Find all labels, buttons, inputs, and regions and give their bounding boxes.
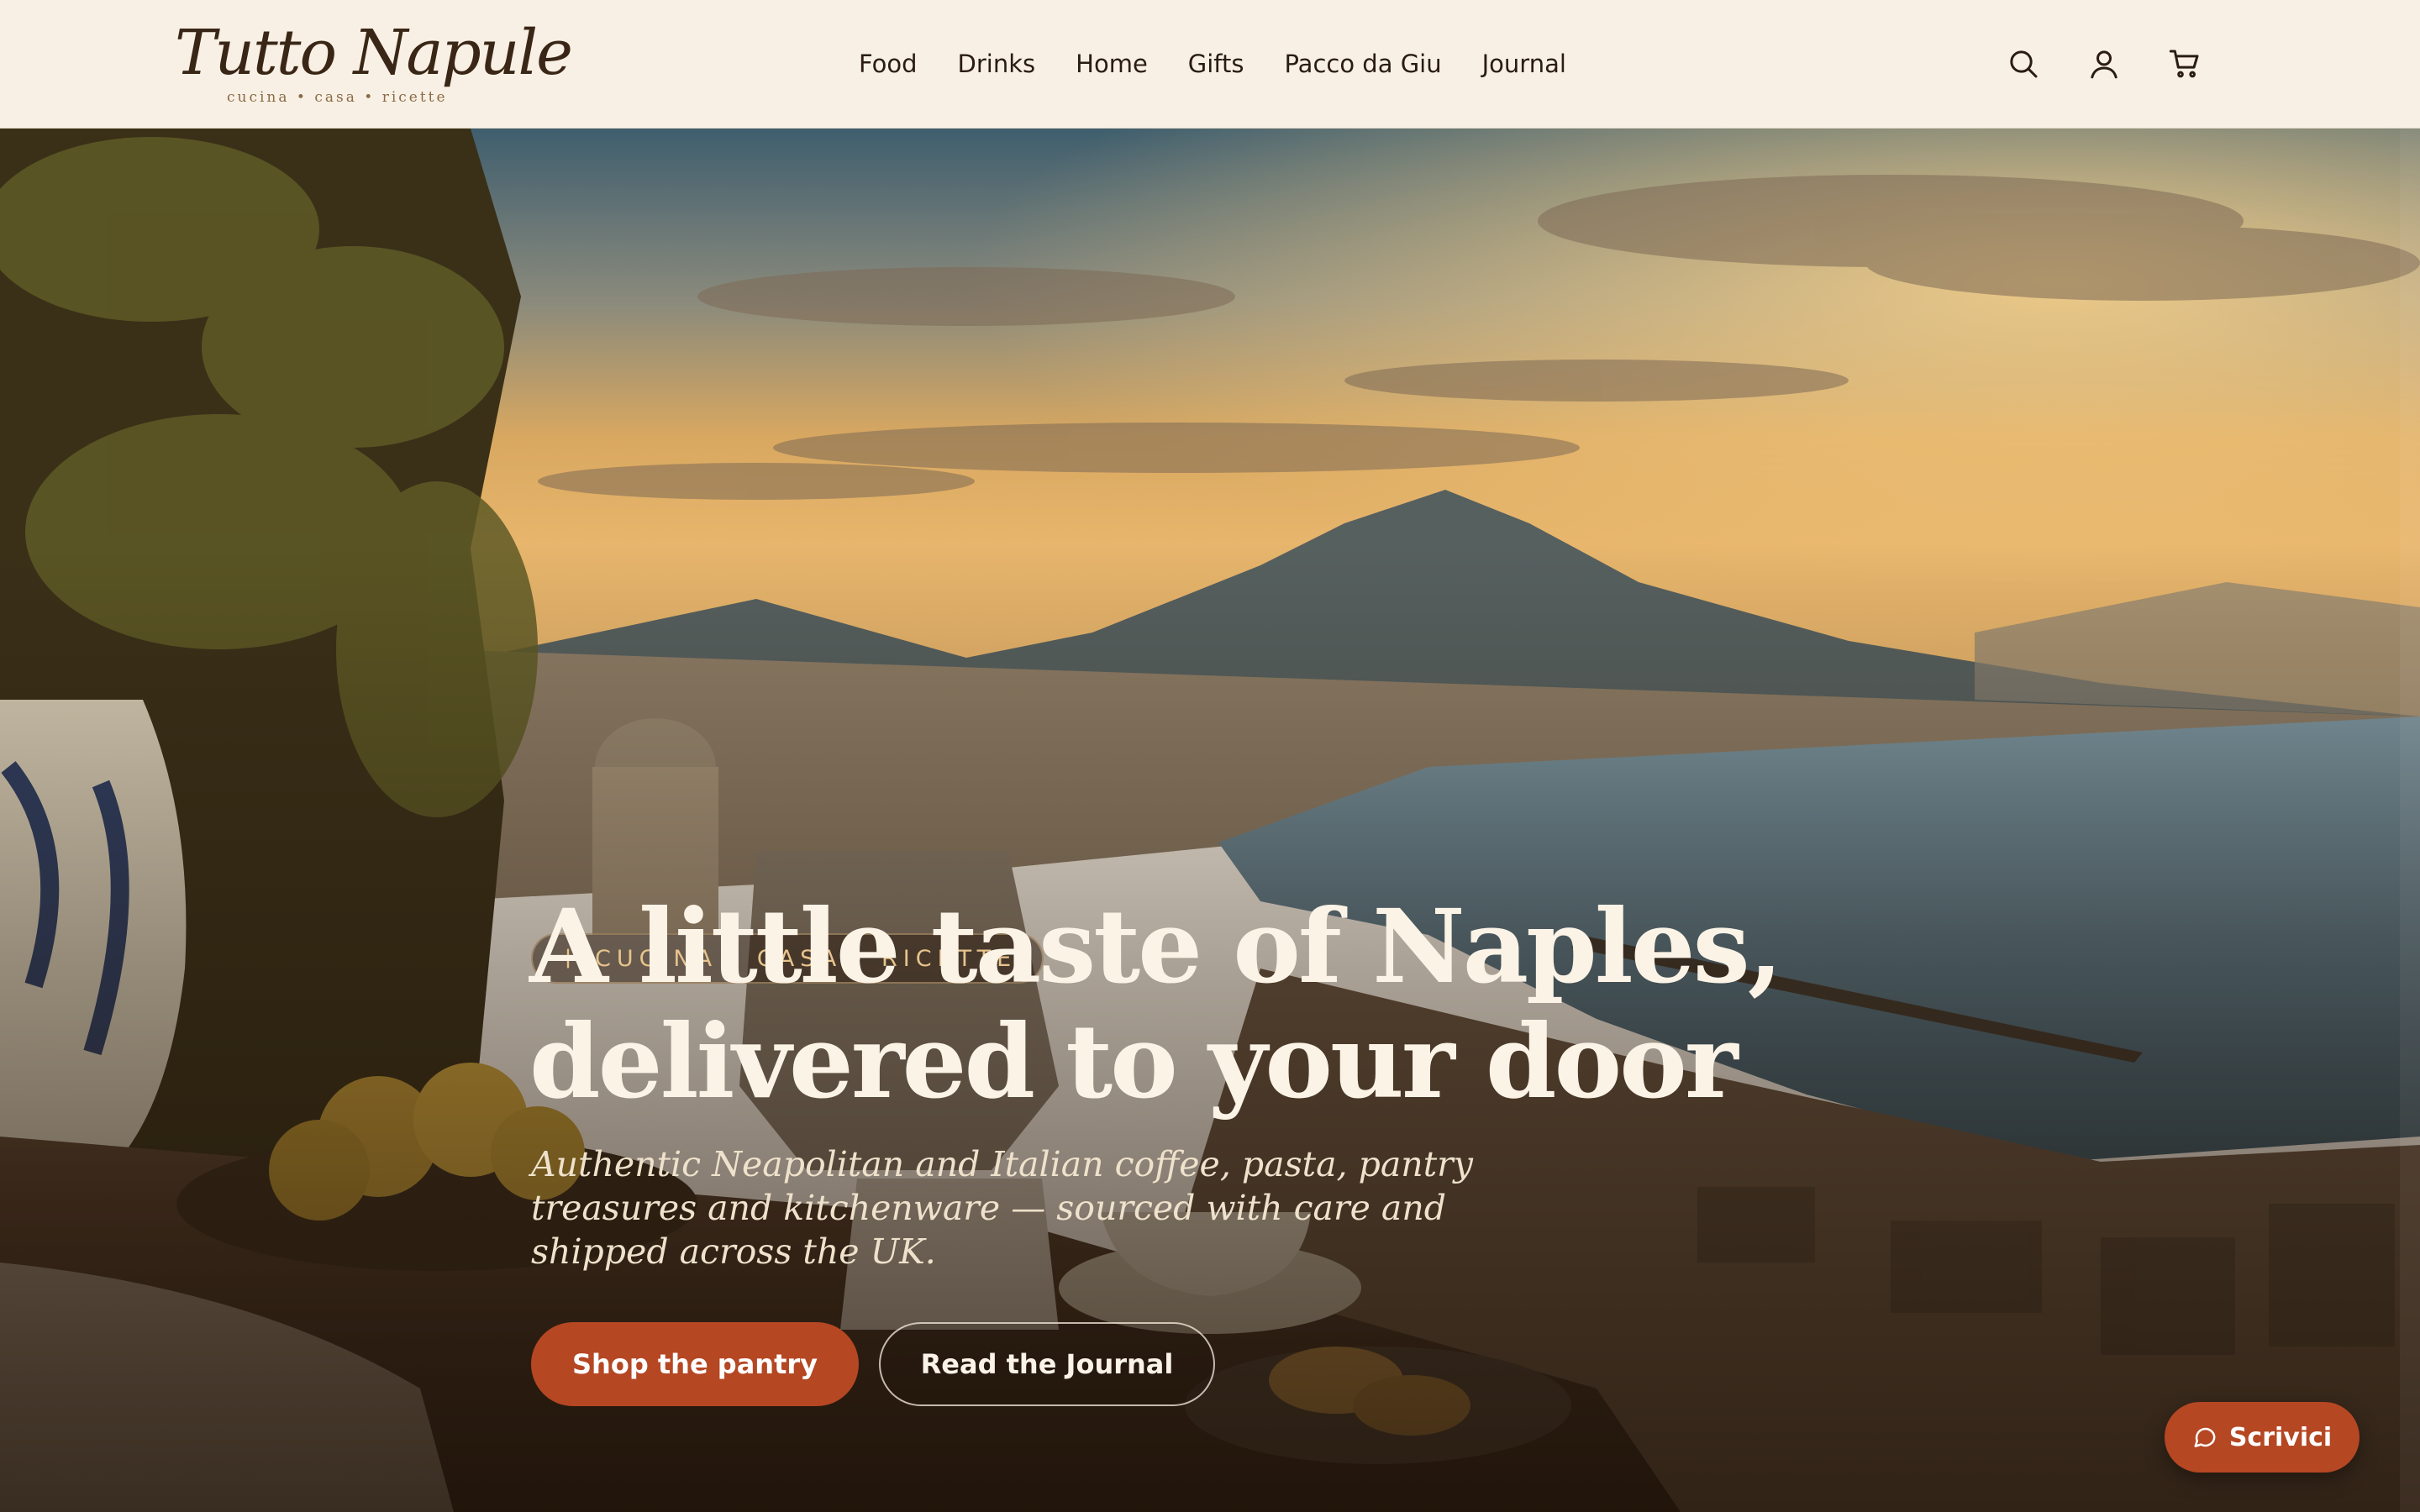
nav-item-home[interactable]: Home: [1055, 45, 1168, 83]
brand-logo[interactable]: Tutto Napule cucina • casa • ricette: [175, 15, 573, 112]
chat-label: Scrivici: [2228, 1422, 2333, 1452]
read-journal-button[interactable]: Read the Journal: [879, 1322, 1215, 1406]
chat-button[interactable]: Scrivici: [2165, 1402, 2360, 1473]
hero-overlay: [0, 129, 2420, 1512]
chat-bubble-icon: [2194, 1427, 2216, 1447]
search-icon: [2010, 50, 2038, 78]
brand-name: Tutto Napule: [175, 17, 573, 89]
account-button[interactable]: [2081, 40, 2128, 87]
hero-headline-line-2: delivered to your door: [529, 1001, 1739, 1121]
site-header: Tutto Napule cucina • casa • ricette Foo…: [0, 0, 2420, 129]
nav-item-drinks[interactable]: Drinks: [938, 45, 1056, 83]
account-icon: [2091, 50, 2118, 79]
shop-pantry-button[interactable]: Shop the pantry: [531, 1322, 859, 1406]
page-scrollbar[interactable]: [2400, 129, 2420, 1512]
hero-section: CUCINA · CASA · RICETTE A little taste o…: [0, 129, 2420, 1512]
hero-headline-line-1: A little taste of Naples,: [529, 886, 1783, 1006]
cart-button[interactable]: [2161, 40, 2208, 87]
hero-subtitle: Authentic Neapolitan and Italian coffee,…: [531, 1144, 1473, 1272]
brand-tagline: cucina • casa • ricette: [227, 89, 448, 106]
main-nav: Food Drinks Home Gifts Pacco da Giu Jour…: [844, 45, 1586, 83]
cart-icon: [2169, 50, 2199, 78]
search-button[interactable]: [2000, 40, 2047, 87]
nav-item-food[interactable]: Food: [844, 45, 938, 83]
nav-item-journal[interactable]: Journal: [1462, 45, 1586, 83]
nav-item-gifts[interactable]: Gifts: [1168, 45, 1265, 83]
hero-headline: A little taste of Naples, delivered to y…: [529, 886, 1783, 1121]
nav-item-pacco-da-giu[interactable]: Pacco da Giu: [1265, 45, 1462, 83]
